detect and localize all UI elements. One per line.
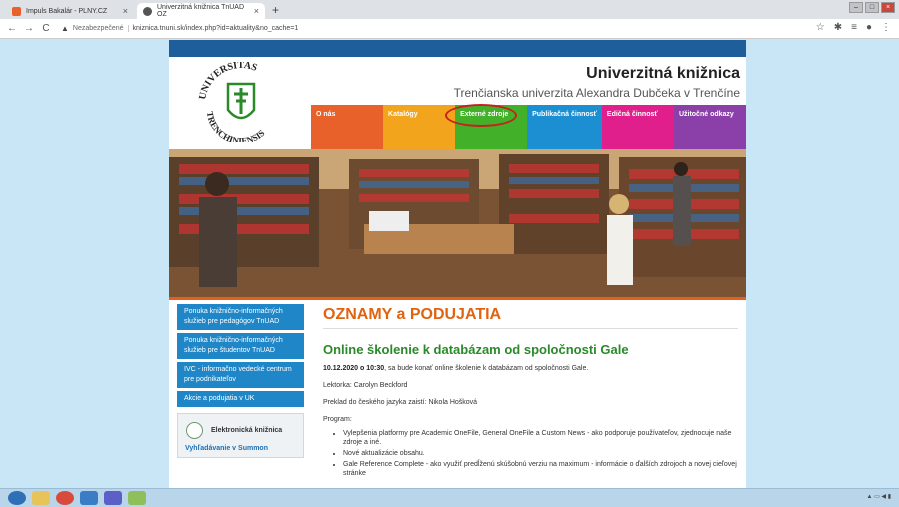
menu-edicna-cinnost[interactable]: Edičná činnosť xyxy=(601,105,674,149)
browser-tab-2[interactable]: Univerzitná knižnica TnUAD OZ × xyxy=(137,3,265,19)
close-window-icon[interactable]: × xyxy=(881,2,895,13)
orange-favicon-icon xyxy=(12,6,21,16)
list-item: Nové aktualizácie obsahu. xyxy=(343,449,738,458)
library-title: Univerzitná knižnica xyxy=(586,65,740,82)
elibrary-box: Elektronická knižnica Vyhľadávanie v Sum… xyxy=(177,413,304,458)
warning-icon: ▲ xyxy=(61,24,69,33)
file-explorer-icon[interactable] xyxy=(32,491,50,505)
sidebar-item-students[interactable]: Ponuka knižnično-informačných služieb pr… xyxy=(177,333,304,359)
menu-icon[interactable]: ⋮ xyxy=(881,22,891,33)
close-tab-icon[interactable]: × xyxy=(254,6,259,16)
sidebar-item-pedagogy[interactable]: Ponuka knižnično-informačných služieb pr… xyxy=(177,304,304,330)
menu-uzitocne-odkazy[interactable]: Užitočné odkazy xyxy=(673,105,746,149)
new-tab-icon[interactable]: + xyxy=(272,3,279,17)
article-date-line: 10.12.2020 o 10:30, sa bude konať online… xyxy=(323,363,738,374)
elibrary-title: Elektronická knižnica xyxy=(211,427,283,434)
article-title[interactable]: Online školenie k databázam od spoločnos… xyxy=(323,342,738,357)
close-tab-icon[interactable]: × xyxy=(123,6,128,16)
menu-publikacna-cinnost[interactable]: Publikačná činnosť xyxy=(527,105,602,149)
article-date: 10.12.2020 o 10:30 xyxy=(323,365,385,372)
forward-icon[interactable]: → xyxy=(24,23,34,34)
tab-label: Impuls Bakalár - PLNY.CZ xyxy=(26,7,108,15)
university-logo: UNIVERSITAS TRENCHINIENSIS xyxy=(197,62,266,142)
page-topbar xyxy=(169,40,746,57)
back-icon[interactable]: ← xyxy=(7,23,17,34)
translation: Preklad do českého jazyka zaistí: Nikola… xyxy=(323,399,478,406)
url-field[interactable]: ▲ Nezabezpečené kniznica.tnuni.sk/index.… xyxy=(61,24,298,33)
maximize-icon[interactable]: □ xyxy=(865,2,879,13)
tab-label: Univerzitná knižnica TnUAD OZ xyxy=(157,4,245,18)
list-item: Gale Reference Complete - ako využiť pre… xyxy=(343,460,738,478)
security-label: Nezabezpečené xyxy=(73,25,129,32)
library-page: UNIVERSITAS TRENCHINIENSIS Univerzitná k… xyxy=(169,40,746,488)
browser-tab-1[interactable]: Impuls Bakalár - PLNY.CZ × xyxy=(6,3,134,19)
system-tray[interactable]: ▲ ▭ ◀ ▮ xyxy=(866,493,891,500)
banner-divider xyxy=(169,297,746,300)
browser-tabbar: Impuls Bakalár - PLNY.CZ × Univerzitná k… xyxy=(0,0,899,19)
teams-icon[interactable] xyxy=(104,491,122,505)
sidebar-item-ivc[interactable]: IVC - informačno vedecké centrum pre pod… xyxy=(177,362,304,388)
list-item: Vylepšenia platformy pre Academic OneFil… xyxy=(343,429,738,447)
program-list: Vylepšenia platformy pre Academic OneFil… xyxy=(323,429,738,478)
summon-search-link[interactable]: Vyhľadávanie v Summon xyxy=(185,445,268,452)
reading-list-icon[interactable]: ≡ xyxy=(851,22,857,33)
lecturer: Lektorka: Carolyn Beckford xyxy=(323,382,408,389)
start-button-icon[interactable] xyxy=(8,491,26,505)
window-controls: – □ × xyxy=(849,2,895,13)
elibrary-logo-icon xyxy=(186,422,203,439)
library-photo-banner xyxy=(169,149,746,299)
sidebar-item-events[interactable]: Akcie a podujatia v UK xyxy=(177,391,304,407)
app-icon[interactable] xyxy=(128,491,146,505)
globe-favicon-icon xyxy=(143,6,152,16)
library-subtitle: Trenčianska univerzita Alexandra Dubčeka… xyxy=(453,86,740,100)
main-menu: O nás Katalógy Externé zdroje Publikačná… xyxy=(311,105,746,149)
sidebar: Ponuka knižnično-informačných služieb pr… xyxy=(177,304,304,458)
menu-o-nas[interactable]: O nás xyxy=(311,105,384,149)
minimize-icon[interactable]: – xyxy=(849,2,863,13)
windows-taskbar: ▲ ▭ ◀ ▮ xyxy=(0,488,899,507)
program-label: Program: xyxy=(323,416,352,423)
outlook-icon[interactable] xyxy=(80,491,98,505)
menu-katalogy[interactable]: Katalógy xyxy=(383,105,456,149)
address-bar: ← → C ▲ Nezabezpečené kniznica.tnuni.sk/… xyxy=(0,19,899,39)
star-icon[interactable]: ☆ xyxy=(816,22,825,33)
reload-icon[interactable]: C xyxy=(41,23,51,34)
article-intro: , sa bude konať online školenie k databá… xyxy=(384,365,589,372)
extensions-icon[interactable]: ✱ xyxy=(834,22,842,33)
chrome-icon[interactable] xyxy=(56,491,74,505)
main-content: OZNAMY a PODUJATIA Online školenie k dat… xyxy=(323,306,738,480)
section-heading: OZNAMY a PODUJATIA xyxy=(323,306,738,329)
profile-icon[interactable]: ● xyxy=(866,22,872,33)
red-highlight-circle xyxy=(445,104,517,127)
url-text: kniznica.tnuni.sk/index.php?id=aktuality… xyxy=(132,25,299,32)
